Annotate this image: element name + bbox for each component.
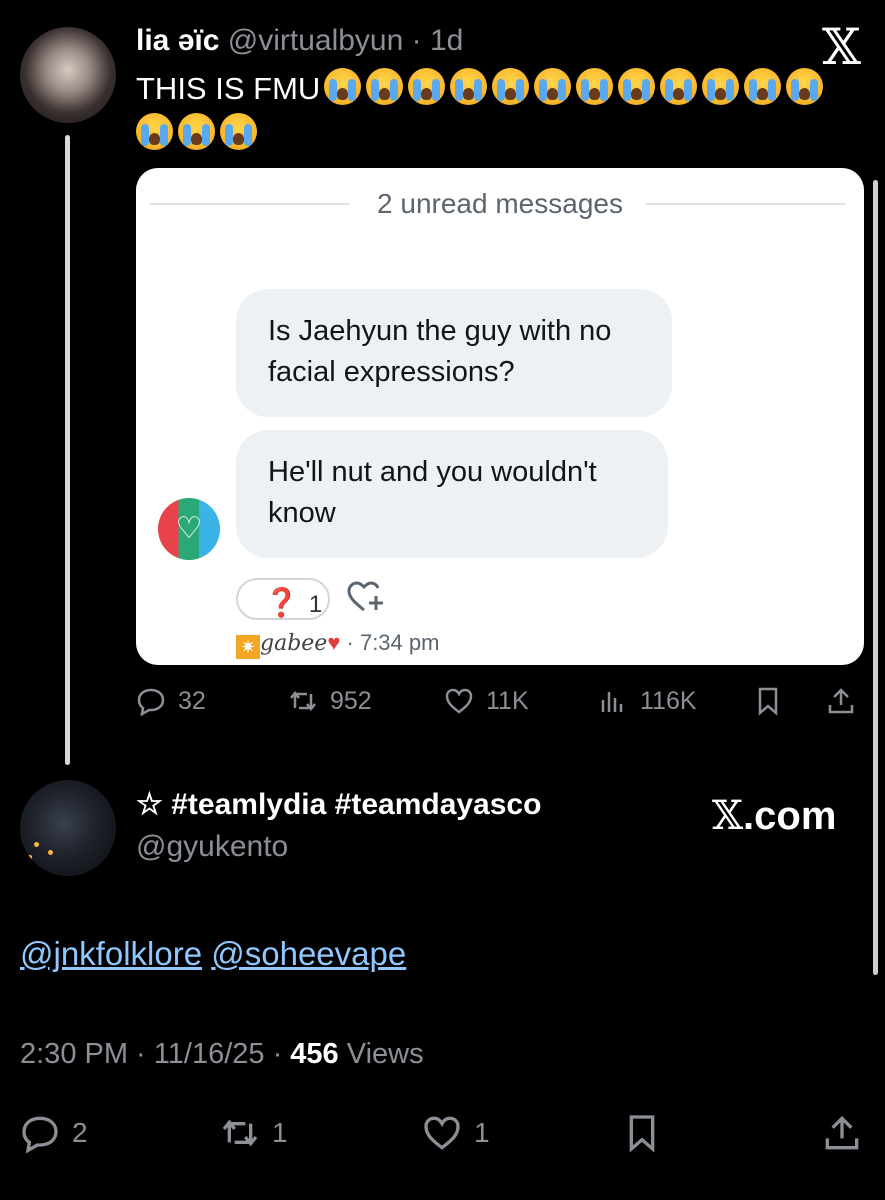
views-label: Views [346, 1038, 424, 1070]
sender-line: ✷ gabee♥ · 7:34 pm [236, 630, 439, 659]
views-count: 456 [290, 1038, 339, 1070]
reply-count: 32 [178, 686, 206, 715]
crying-face-icon [366, 68, 404, 105]
tweet-text-body: THIS IS FMU [136, 71, 321, 106]
tweet-header: lia əïc @virtualbyun · 1d [136, 24, 464, 57]
add-reaction-icon [346, 580, 386, 624]
crying-face-icon [492, 68, 530, 105]
crying-face-icon [702, 68, 740, 105]
repost-button[interactable]: 952 [288, 686, 372, 716]
reply-action-bar: 2 1 1 [0, 1111, 885, 1155]
tweet-text: THIS IS FMU [136, 66, 836, 156]
sender-time: 7:34 pm [359, 630, 440, 655]
message-bubble: Is Jaehyun the guy with no facial expres… [236, 289, 672, 417]
crying-face-icon [786, 68, 824, 105]
unread-messages-label: 2 unread messages [136, 188, 864, 220]
like-button[interactable]: 11K [444, 686, 529, 716]
bookmark-button[interactable] [622, 1113, 662, 1153]
broken-heart-icon: ♥ [327, 630, 341, 655]
tweet-date[interactable]: 11/16/25 [154, 1038, 265, 1070]
scrollbar[interactable] [873, 180, 878, 975]
reaction-count: 1 [308, 591, 323, 618]
tweet-age[interactable]: 1d [430, 24, 463, 57]
mention-link[interactable]: @soheevape [211, 935, 406, 972]
question-mark-icon: ❓ [264, 587, 299, 618]
message-bubble: He'll nut and you wouldn't know [236, 430, 668, 558]
embedded-dm-screenshot[interactable]: 2 unread messages Is Jaehyun the guy wit… [136, 168, 864, 665]
x-com-watermark: 𝕏.com [712, 793, 837, 839]
share-button[interactable] [822, 1113, 862, 1153]
thread-connector [65, 135, 70, 765]
reply-count: 2 [72, 1117, 88, 1148]
share-icon [828, 688, 854, 714]
reaction-pill: ❓ 1 [236, 578, 330, 620]
mention-link[interactable]: @jnkfolklore [20, 935, 202, 972]
crying-face-icon [178, 113, 215, 150]
share-icon [825, 1115, 859, 1150]
reply-button[interactable]: 32 [136, 686, 206, 716]
crying-face-icon [744, 68, 782, 105]
avatar[interactable] [20, 27, 116, 123]
bookmark-button[interactable] [753, 686, 783, 716]
repost-icon [222, 1119, 258, 1147]
sparkle-icon: ✷ [236, 635, 260, 659]
broken-heart-avatar-icon: ♡ [158, 498, 220, 560]
heart-icon [424, 1116, 460, 1150]
reply-button[interactable]: 2 [20, 1113, 88, 1153]
bookmark-icon [629, 1115, 655, 1153]
crying-face-icon [576, 68, 614, 105]
repost-icon [290, 690, 316, 712]
display-name[interactable]: ☆ #teamlydia #teamdayasco [136, 787, 541, 822]
views-icon [601, 692, 623, 712]
like-count: 11K [486, 686, 529, 715]
repost-count: 952 [330, 686, 372, 715]
tweet-action-bar: 32 952 11K 116K [0, 684, 885, 724]
sender-name: gabee [260, 631, 328, 656]
crying-face-icon [220, 113, 257, 150]
crying-face-icon [324, 68, 362, 105]
crying-face-icon [660, 68, 698, 105]
reply-icon [22, 1116, 58, 1153]
crying-face-icon [408, 68, 446, 105]
like-button[interactable]: 1 [422, 1113, 490, 1153]
tweet-meta: 2:30 PM · 11/16/25 · 456 Views [20, 1038, 424, 1070]
repost-button[interactable]: 1 [220, 1113, 288, 1153]
display-name[interactable]: lia əïc [136, 24, 219, 57]
crying-face-icon [534, 68, 572, 105]
crying-face-icon [450, 68, 488, 105]
bookmark-icon [758, 687, 778, 716]
share-button[interactable] [826, 686, 856, 716]
heart-icon [445, 688, 473, 714]
views-count: 116K [640, 686, 697, 715]
reply-icon [137, 688, 165, 716]
repost-count: 1 [272, 1117, 288, 1148]
crying-face-icon [136, 113, 173, 150]
tweet-time[interactable]: 2:30 PM [20, 1038, 128, 1070]
user-handle[interactable]: @virtualbyun [228, 24, 404, 57]
like-count: 1 [474, 1117, 490, 1148]
crying-face-icon [618, 68, 656, 105]
avatar[interactable] [20, 780, 116, 876]
views-button[interactable]: 116K [598, 686, 697, 716]
mentions: @jnkfolklore @soheevape [20, 935, 406, 973]
user-handle[interactable]: @gyukento [136, 830, 288, 864]
